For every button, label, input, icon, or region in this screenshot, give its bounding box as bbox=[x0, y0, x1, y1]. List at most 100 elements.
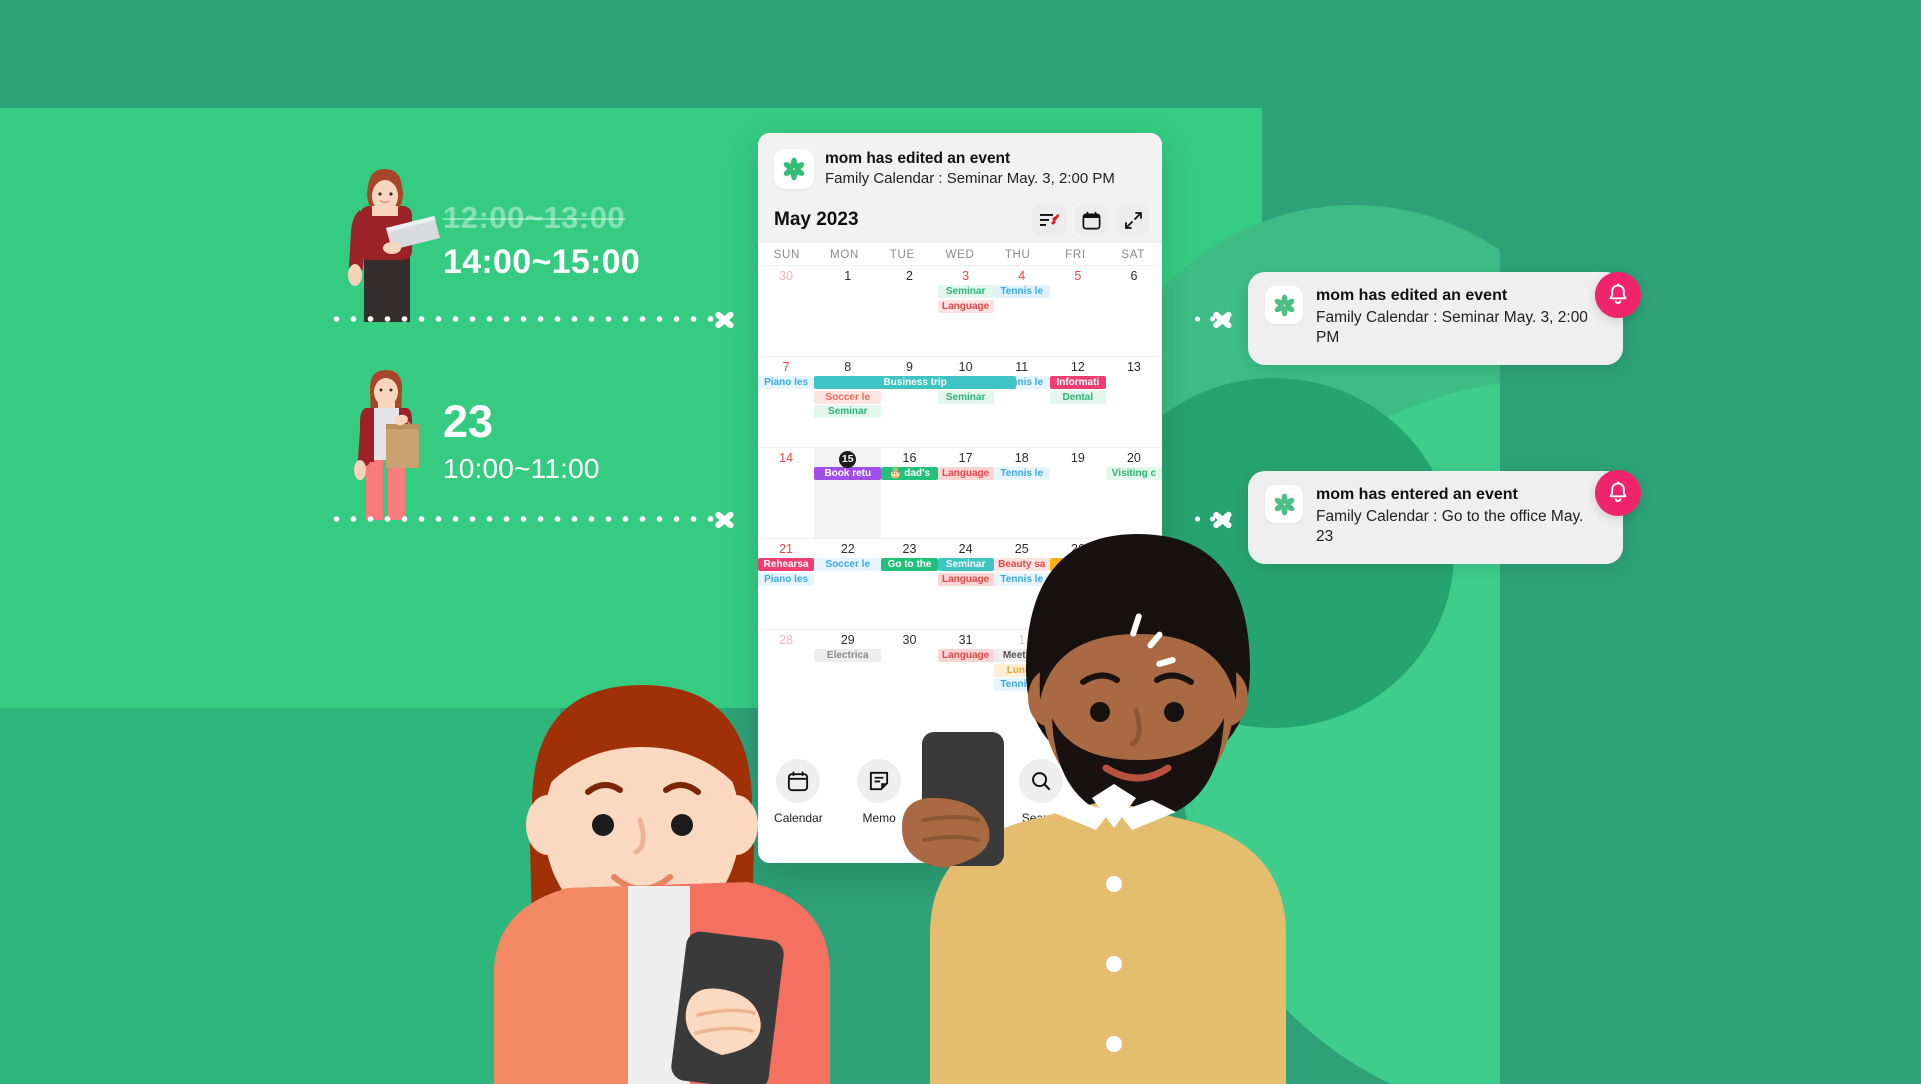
calendar-event-chip[interactable]: Tennis le bbox=[993, 285, 1050, 298]
flow-arrow-1 bbox=[714, 305, 740, 335]
calendar-month-title: May 2023 bbox=[774, 209, 859, 230]
flow-dashline-1 bbox=[328, 316, 718, 322]
day-number: 2 bbox=[906, 269, 913, 283]
calendar-event-chip[interactable]: Piano les bbox=[758, 572, 815, 586]
weekday-label-fri: FRI bbox=[1065, 249, 1086, 261]
day-number: 10 bbox=[958, 360, 973, 374]
pinned-list-icon[interactable] bbox=[1032, 205, 1066, 235]
calendar-day-cell[interactable]: 7 Piano les bbox=[758, 356, 815, 447]
old-time-label: 12:00~13:00 bbox=[443, 200, 626, 235]
notification-card-title: mom has entered an event bbox=[1316, 486, 1518, 503]
day-events: Rehearsa Piano les bbox=[758, 557, 815, 586]
calendar-day-cell[interactable]: 6 bbox=[1105, 265, 1162, 356]
day-number: 5 bbox=[1074, 269, 1082, 283]
calendar-day-cell[interactable]: 11 Tennis le bbox=[993, 356, 1050, 447]
calendar-day-cell[interactable]: 9Dental bbox=[881, 356, 938, 447]
calendar-day-cell[interactable]: 30 bbox=[758, 265, 815, 356]
weekday-label-sun: SUN bbox=[773, 249, 801, 261]
calendar-header: May 2023 bbox=[758, 199, 1162, 243]
calendar-event-chip[interactable]: Visiting c bbox=[1105, 467, 1162, 480]
time-range-label: 10:00~11:00 bbox=[443, 453, 600, 484]
calendar-event-chip[interactable]: Business trip bbox=[814, 376, 1017, 389]
day-events: Visiting c bbox=[1105, 466, 1162, 480]
calendar-event-chip[interactable]: Soccer le bbox=[814, 390, 882, 404]
day-number: 1 bbox=[844, 269, 852, 283]
calendar-event-chip[interactable]: Language bbox=[937, 467, 994, 480]
calendar-icon[interactable] bbox=[1074, 205, 1108, 235]
bell-icon[interactable] bbox=[1595, 470, 1641, 516]
calendar-day-cell[interactable]: 21 Rehearsa Piano les bbox=[758, 538, 815, 629]
day-number: 12 bbox=[1070, 360, 1085, 374]
flow-arrow-2 bbox=[714, 505, 740, 535]
calendar-event-chip[interactable]: Dental bbox=[1049, 390, 1106, 404]
flower-leaf-icon bbox=[1265, 286, 1303, 324]
calendar-event-chip[interactable]: Rehearsa bbox=[758, 558, 815, 571]
calendar-day-cell[interactable]: 14 bbox=[758, 447, 815, 538]
weekday-label-wed: WED bbox=[945, 249, 975, 261]
calendar-day-cell[interactable]: 15 Book retu bbox=[814, 447, 882, 538]
weekday-label-thu: THU bbox=[1004, 249, 1031, 261]
calendar-event-chip[interactable]: Informati bbox=[1049, 376, 1106, 389]
weekday-label-mon: MON bbox=[830, 249, 860, 261]
calendar-event-chip[interactable]: Seminar bbox=[937, 285, 994, 298]
calendar-day-cell[interactable]: 13 bbox=[1105, 356, 1162, 447]
calendar-day-cell[interactable]: 10LanguageSeminar bbox=[937, 356, 994, 447]
day-number: 7 bbox=[782, 360, 790, 374]
illustration-woman-with-laptop bbox=[330, 162, 440, 327]
day-events: Informati Dental bbox=[1049, 375, 1106, 404]
day-events bbox=[758, 284, 814, 285]
calendar-event-chip[interactable]: Piano les bbox=[758, 376, 815, 389]
day-events: Language bbox=[937, 466, 994, 480]
notification-card-1[interactable]: mom has edited an event Family Calendar … bbox=[1248, 272, 1623, 365]
calendar-day-cell[interactable]: 3 Seminar Language bbox=[937, 265, 994, 356]
day-number: 19 bbox=[1070, 451, 1085, 465]
day-number: 16 bbox=[902, 451, 917, 465]
calendar-day-cell[interactable]: 2 bbox=[881, 265, 938, 356]
day-number: 28 bbox=[779, 633, 793, 647]
day-number: 15 bbox=[814, 451, 881, 468]
calendar-day-cell[interactable]: 12 Informati Dental bbox=[1049, 356, 1106, 447]
day-events bbox=[1050, 284, 1106, 285]
day-events bbox=[814, 284, 881, 285]
day-number: 20 bbox=[1126, 451, 1141, 465]
day-events: Book retu bbox=[814, 466, 882, 480]
day-events: Seminar Language bbox=[937, 284, 994, 313]
notification-card-title: mom has edited an event bbox=[1316, 287, 1508, 304]
day-events: Soccer le bbox=[814, 557, 882, 571]
day-events: Tennis le bbox=[993, 466, 1050, 480]
day-events bbox=[1106, 375, 1162, 376]
day-events: Piano les bbox=[758, 375, 815, 389]
notification-body: Family Calendar : Seminar May. 3, 2:00 P… bbox=[825, 170, 1115, 188]
day-number-label: 23 bbox=[443, 396, 494, 447]
day-events: Business trip Soccer le Seminar bbox=[814, 375, 1017, 418]
calendar-event-chip[interactable]: Language bbox=[937, 299, 994, 313]
weekday-header: SUN MON TUE WED THU FRI SAT bbox=[758, 243, 1162, 265]
calendar-day-cell[interactable]: 8 Business trip Soccer le Seminar bbox=[814, 356, 1017, 447]
calendar-event-chip[interactable]: Seminar bbox=[814, 405, 882, 418]
day-number: 21 bbox=[779, 542, 793, 556]
calendar-event-chip[interactable]: Seminar bbox=[937, 390, 994, 404]
day-events bbox=[881, 284, 937, 285]
day-number: 22 bbox=[840, 542, 855, 556]
notification-card-body: Family Calendar : Seminar May. 3, 2:00 P… bbox=[1316, 308, 1588, 347]
day-number: 9 bbox=[906, 360, 913, 374]
day-events bbox=[758, 466, 814, 467]
flow-dashline-2 bbox=[328, 516, 718, 522]
day-events bbox=[758, 648, 814, 649]
calendar-day-cell[interactable]: 4 Tennis le bbox=[993, 265, 1050, 356]
calendar-day-cell[interactable]: 5 bbox=[1049, 265, 1106, 356]
bell-icon[interactable] bbox=[1595, 272, 1641, 318]
illustration-woman-with-phone bbox=[470, 655, 830, 1084]
expand-icon[interactable] bbox=[1116, 205, 1150, 235]
calendar-day-cell[interactable]: 22 Soccer le bbox=[814, 538, 882, 629]
calendar-day-cell[interactable]: 1 bbox=[814, 265, 882, 356]
day-events bbox=[1106, 284, 1162, 285]
calendar-event-chip[interactable]: 🎂 dad's bbox=[881, 467, 938, 480]
new-time-label: 14:00~15:00 bbox=[443, 243, 641, 281]
calendar-event-chip[interactable]: Tennis le bbox=[993, 467, 1050, 480]
in-app-notification[interactable]: mom has edited an event Family Calendar … bbox=[758, 133, 1162, 199]
calendar-event-chip[interactable]: Book retu bbox=[814, 467, 882, 480]
calendar-event-chip[interactable]: Soccer le bbox=[814, 558, 882, 571]
day-number: 14 bbox=[779, 451, 793, 465]
day-number: 29 bbox=[840, 633, 855, 647]
